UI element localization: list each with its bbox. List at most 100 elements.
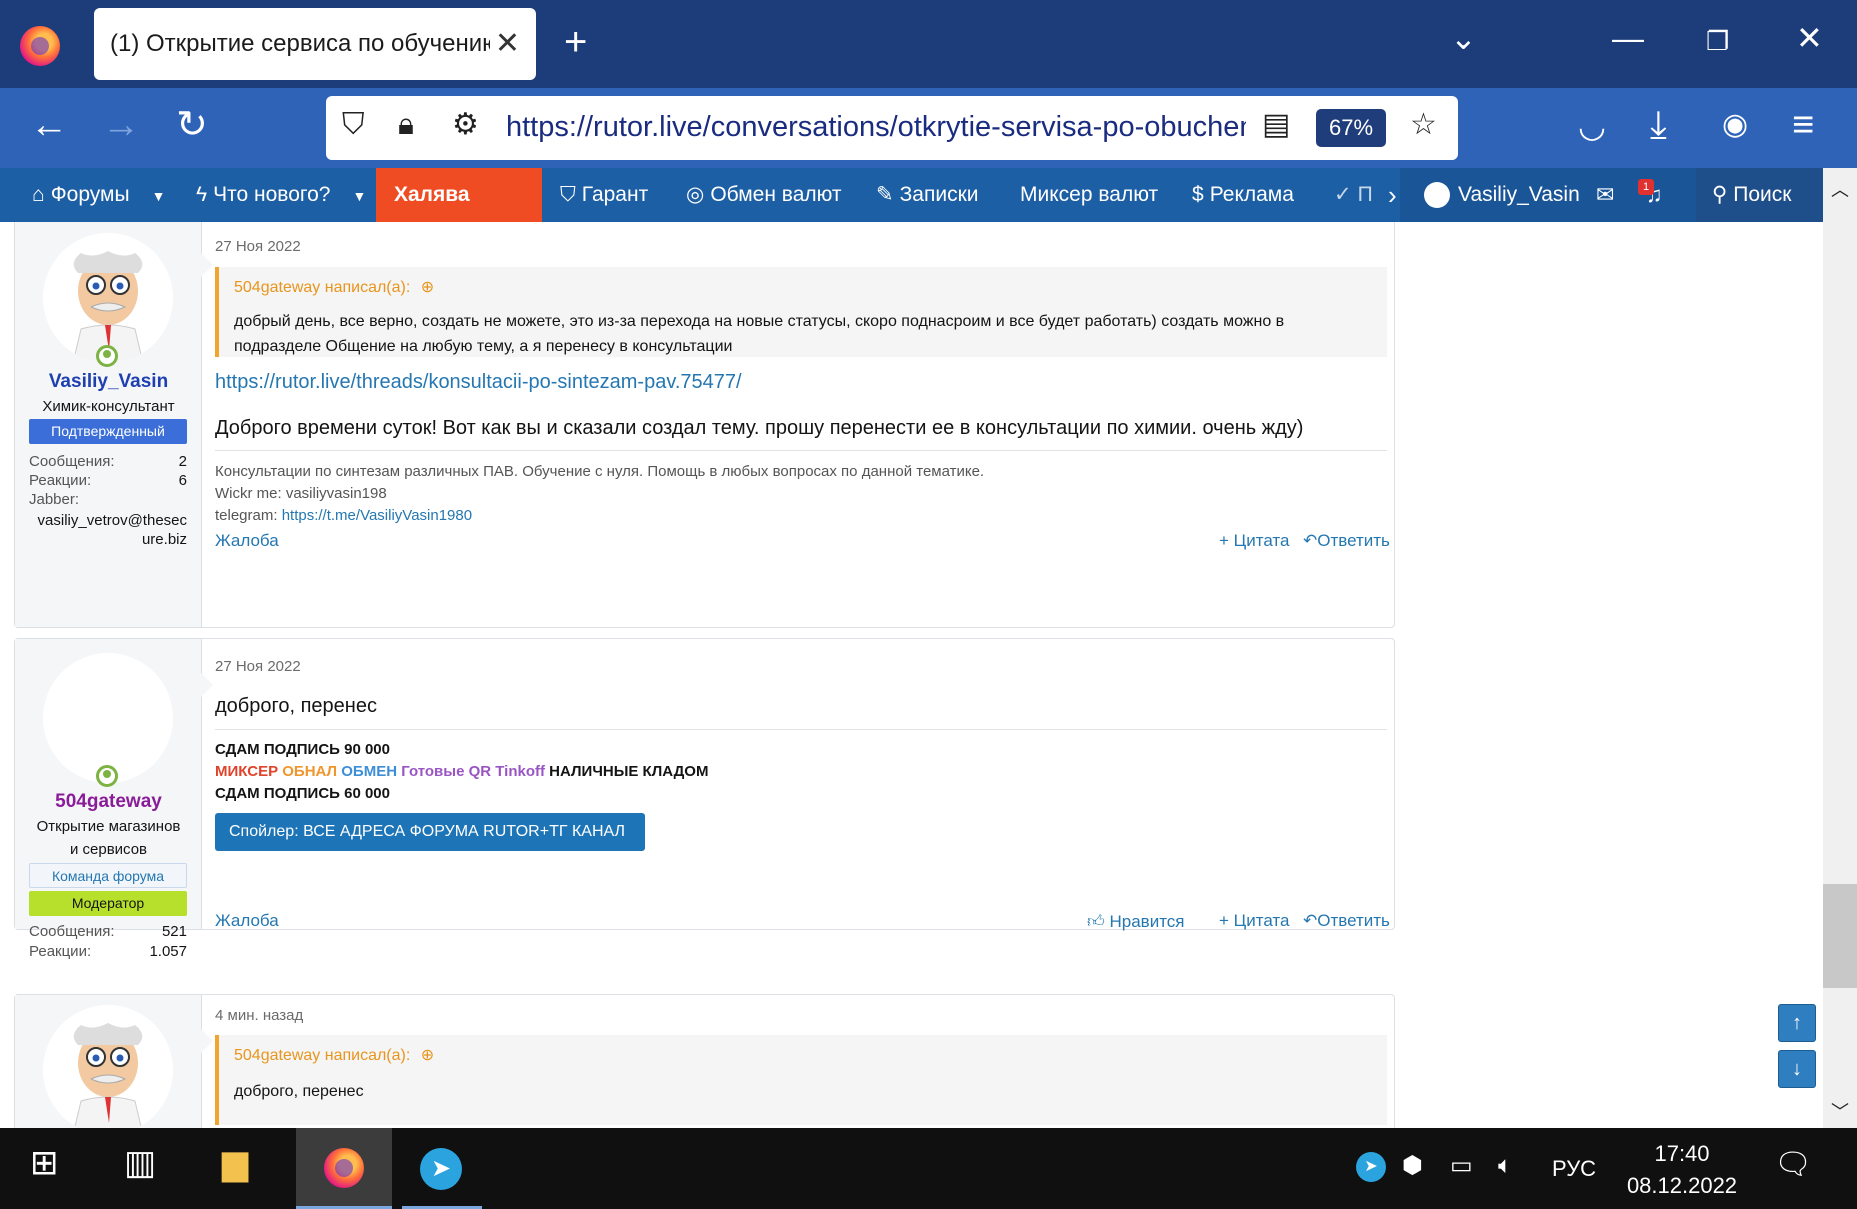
volume-icon[interactable]: 🔈︎: [1498, 1154, 1512, 1178]
chevron-down-icon[interactable]: ﹀: [1831, 1098, 1849, 1124]
nav-notes[interactable]: ✎ Записки: [876, 168, 979, 222]
bookmark-star-icon[interactable]: ☆: [1410, 110, 1437, 140]
caret-down-icon[interactable]: ▼: [352, 188, 366, 204]
post-user-panel: [15, 995, 213, 1128]
user-menu[interactable]: Vasiliy_Vasin: [1424, 168, 1580, 222]
nav-forums[interactable]: ⌂ Форумы ▼: [32, 168, 165, 222]
system-clock[interactable]: 17:40 08.12.2022: [1622, 1138, 1742, 1202]
home-icon: ⌂: [32, 183, 45, 206]
report-link[interactable]: Жалоба: [215, 911, 279, 931]
browser-tab[interactable]: (1) Открытие сервиса по обучению ✕: [94, 8, 536, 80]
url-bar[interactable]: ⛉ 🔒︎ ⚙ https://rutor.live/conversations/…: [326, 96, 1458, 160]
pocket-icon[interactable]: ◡: [1578, 110, 1606, 142]
back-icon[interactable]: ←: [30, 106, 68, 144]
tab-close-icon[interactable]: ✕: [495, 29, 520, 59]
search-button[interactable]: ⚲ Поиск: [1696, 168, 1823, 222]
post-date[interactable]: 4 мин. назад: [215, 1007, 303, 1024]
nav-ads[interactable]: $ Реклама: [1192, 168, 1294, 222]
dollar-icon: $: [1192, 183, 1204, 206]
page-scrollbar[interactable]: ︿ ﹀: [1823, 168, 1857, 1128]
chevron-up-icon[interactable]: ︿: [1831, 176, 1849, 202]
nav-freebies[interactable]: Халява тут▼: [376, 168, 542, 260]
telegram-tray-icon[interactable]: ➤: [1356, 1152, 1386, 1182]
post-text: доброго, перенес: [215, 695, 377, 717]
report-link[interactable]: Жалоба: [215, 531, 279, 551]
package-tray-icon[interactable]: ⬢: [1402, 1154, 1423, 1178]
download-icon[interactable]: ⤓: [1650, 106, 1667, 144]
restore-icon[interactable]: ❐: [1706, 28, 1729, 54]
plus-icon: +: [1219, 911, 1229, 930]
reply-button[interactable]: ↶Ответить: [1303, 531, 1390, 551]
avatar[interactable]: [43, 233, 173, 363]
nav-guarantee[interactable]: ⛉ Гарант: [560, 168, 648, 222]
nav-more[interactable]: ✓ П: [1334, 168, 1373, 222]
post-date[interactable]: 27 Ноя 2022: [215, 658, 301, 675]
scroll-top-button[interactable]: ↑: [1778, 1004, 1816, 1042]
signature: Консультации по синтезам различных ПАВ. …: [215, 463, 985, 524]
spoiler-button[interactable]: Спойлер: ВСЕ АДРЕСА ФОРУМА RUTOR+ТГ КАНА…: [215, 813, 645, 851]
nav-whats-new[interactable]: ϟ Что нового? ▼: [196, 168, 366, 222]
site-nav: ⌂Форумы▼ ϟЧто нового?▼ Халява тут▼ ⛉Гара…: [0, 168, 1823, 260]
quote-button[interactable]: + Цитата: [1219, 531, 1289, 551]
post-user-panel: 504gateway Открытие магазинов и сервисов…: [15, 639, 213, 960]
username[interactable]: Vasiliy_Vasin: [15, 371, 202, 393]
user-stat-jabber-label: Jabber:: [29, 491, 80, 508]
avatar[interactable]: [43, 653, 173, 783]
tab-list-chevron-icon[interactable]: ⌄: [1450, 22, 1477, 54]
browser-navbar: ← → ↻ ⛉ 🔒︎ ⚙ https://rutor.live/conversa…: [0, 88, 1857, 168]
close-window-icon[interactable]: ✕: [1796, 22, 1823, 54]
reply-icon: ↶: [1303, 911, 1318, 930]
quote-author[interactable]: 504gateway написал(а): ⊕: [234, 1045, 434, 1065]
post-date[interactable]: 27 Ноя 2022: [215, 238, 301, 255]
notifications-icon[interactable]: 🗨︎: [1774, 1150, 1812, 1180]
like-button[interactable]: 👍︎ Нравится: [1087, 911, 1185, 932]
shield-icon[interactable]: ⛉: [342, 110, 365, 140]
windows-start-icon[interactable]: ⊞: [30, 1146, 59, 1180]
reply-button[interactable]: ↶Ответить: [1303, 911, 1390, 931]
username[interactable]: 504gateway: [15, 791, 202, 813]
extension-icon[interactable]: ◉: [1722, 110, 1748, 140]
lock-icon[interactable]: 🔒︎: [398, 110, 414, 140]
avatar[interactable]: [43, 1005, 173, 1128]
nav-mixer[interactable]: Миксер валют: [1020, 168, 1158, 222]
telegram-icon[interactable]: ➤: [420, 1148, 462, 1190]
search-icon: ⚲: [1712, 183, 1728, 206]
new-tab-button[interactable]: +: [564, 22, 587, 62]
zoom-level[interactable]: 67%: [1316, 109, 1386, 147]
firefox-icon[interactable]: [20, 26, 60, 66]
network-icon[interactable]: ▭: [1450, 1154, 1473, 1178]
windows-taskbar: ⊞ ▥ ▆ ➤ ➤ ⬢ ▭ 🔈︎ РУС 17:40 08.12.2022 🗨︎: [0, 1128, 1857, 1209]
minimize-icon[interactable]: —: [1612, 22, 1644, 54]
file-explorer-icon[interactable]: ▆: [222, 1146, 248, 1180]
telegram-link[interactable]: https://t.me/VasiliyVasin1980: [282, 507, 472, 524]
url-text[interactable]: https://rutor.live/conversations/otkryti…: [506, 111, 1246, 144]
quote-text: добрый день, все верно, создать не может…: [234, 313, 1285, 355]
signature-line-3: СДАМ ПОДПИСЬ 60 000: [215, 785, 390, 802]
reload-icon[interactable]: ↻: [176, 106, 208, 144]
message-post: 4 мин. назад 504gateway написал(а): ⊕ до…: [14, 994, 1395, 1128]
quote-button[interactable]: + Цитата: [1219, 911, 1289, 931]
arrow-up-circle-icon[interactable]: ⊕: [421, 279, 434, 296]
language-indicator[interactable]: РУС: [1552, 1158, 1596, 1180]
post-link[interactable]: https://rutor.live/threads/konsultacii-p…: [215, 371, 742, 394]
nav-scroll-right-icon[interactable]: ›: [1388, 168, 1397, 222]
right-margin: [1397, 222, 1823, 1128]
caret-down-icon[interactable]: ▼: [152, 188, 166, 204]
scroll-bottom-button[interactable]: ↓: [1778, 1050, 1816, 1088]
user-stat-messages: Сообщения: 2: [29, 453, 187, 470]
avatar: [1424, 182, 1450, 209]
reader-view-icon[interactable]: ▤: [1262, 110, 1290, 140]
mail-icon[interactable]: ✉: [1596, 168, 1614, 222]
scrollbar-thumb[interactable]: [1823, 884, 1857, 988]
taskbar-firefox-active[interactable]: [296, 1128, 392, 1209]
conversation-content: Vasiliy_Vasin Химик-консультант Подтверж…: [0, 222, 1823, 1128]
bell-icon[interactable]: ♫: [1646, 168, 1663, 222]
nav-exchange[interactable]: ◎ Обмен валют: [686, 168, 842, 222]
task-view-icon[interactable]: ▥: [124, 1146, 156, 1180]
quote-author[interactable]: 504gateway написал(а): ⊕: [234, 277, 434, 297]
shield-check-icon: ⛉: [560, 183, 576, 206]
forward-icon[interactable]: →: [102, 106, 140, 144]
arrow-up-circle-icon[interactable]: ⊕: [421, 1047, 434, 1064]
permissions-icon[interactable]: ⚙: [452, 110, 479, 140]
menu-icon[interactable]: ≡: [1792, 106, 1814, 144]
